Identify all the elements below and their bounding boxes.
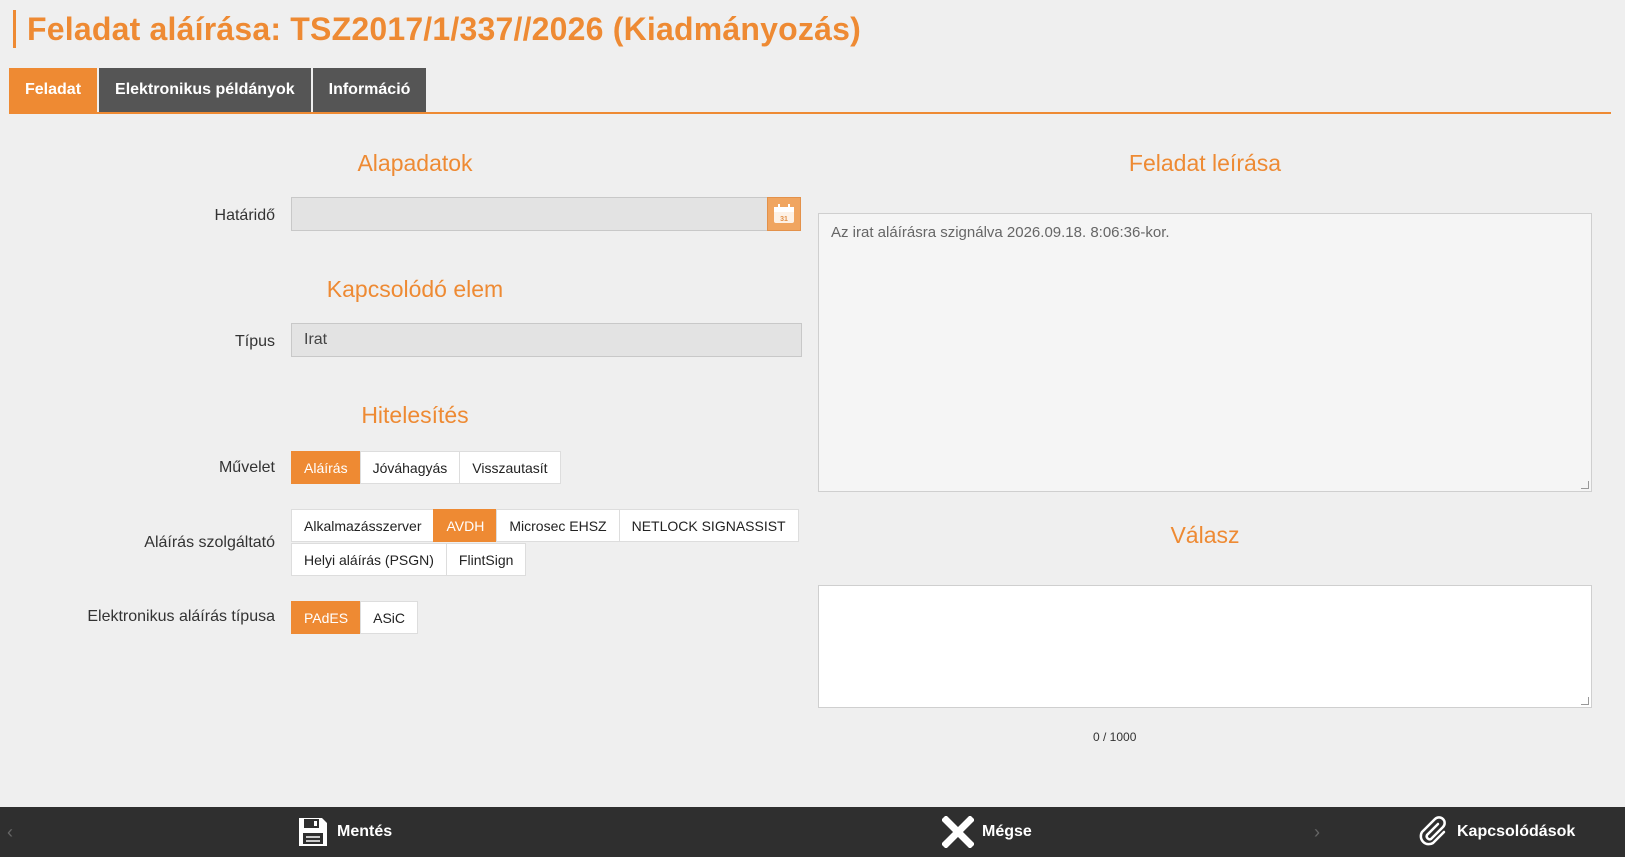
muvelet-button-group: Aláírás Jóváhagyás Visszautasít <box>291 451 561 484</box>
szolgaltato-button-group-row1: Alkalmazásszerver AVDH Microsec EHSZ NET… <box>291 509 799 542</box>
hatarido-input[interactable] <box>291 197 769 231</box>
valasz-textarea[interactable] <box>818 585 1592 708</box>
szolgaltato-alkalmazasszerver-button[interactable]: Alkalmazásszerver <box>291 509 435 542</box>
cancel-label: Mégse <box>982 823 1032 840</box>
tipus-asic-button[interactable]: ASiC <box>360 601 419 634</box>
attachments-button[interactable]: Kapcsolódások <box>1417 807 1575 857</box>
paperclip-icon <box>1419 816 1446 846</box>
szolgaltato-microsec-button[interactable]: Microsec EHSZ <box>496 509 620 542</box>
elektronikus-alairas-tipusa-label: Elektronikus aláírás típusa <box>87 608 275 625</box>
tipus-pades-button[interactable]: PAdES <box>291 601 362 634</box>
section-title-kapcsolodo-elem: Kapcsolódó elem <box>326 276 504 302</box>
close-icon <box>942 816 974 848</box>
svg-text:31: 31 <box>780 216 788 223</box>
section-title-feladat-leirasa: Feladat leírása <box>1128 150 1282 176</box>
save-icon <box>299 818 327 846</box>
calendar-icon: 31 <box>774 204 794 223</box>
calendar-button[interactable]: 31 <box>767 197 801 231</box>
save-label: Mentés <box>337 823 393 840</box>
tab-informacio[interactable]: Információ <box>312 68 427 112</box>
attachments-label: Kapcsolódások <box>1457 823 1576 840</box>
hatarido-label: Határidő <box>214 207 275 224</box>
character-counter: 0 / 1000 <box>1093 730 1137 744</box>
tipus-input[interactable]: Irat <box>291 323 802 357</box>
section-title-alapadatok: Alapadatok <box>357 150 473 176</box>
bottom-action-bar: ‹ Mentés Mégse › Kapcsolódások <box>0 807 1625 857</box>
szolgaltato-flintsign-button[interactable]: FlintSign <box>445 543 527 576</box>
cancel-button[interactable]: Mégse <box>942 807 1032 857</box>
next-arrow-icon[interactable]: › <box>1314 822 1320 843</box>
page-header: Feladat aláírása: TSZ2017/1/337//2026 (K… <box>13 10 861 48</box>
muvelet-alairas-button[interactable]: Aláírás <box>291 451 361 484</box>
prev-arrow-icon[interactable]: ‹ <box>7 822 13 843</box>
alairas-szolgaltato-label: Aláírás szolgáltató <box>144 534 275 551</box>
tab-feladat[interactable]: Feladat <box>9 68 98 112</box>
resize-grip-icon[interactable] <box>1581 697 1589 705</box>
szolgaltato-button-group-row2: Helyi aláírás (PSGN) FlintSign <box>291 543 527 576</box>
feladat-leirasa-text: Az irat aláírásra szignálva 2026.09.18. … <box>831 224 1170 241</box>
page-title: Feladat aláírása: TSZ2017/1/337//2026 (K… <box>27 10 861 47</box>
muvelet-jovahagyas-button[interactable]: Jóváhagyás <box>359 451 461 484</box>
tab-bar: Feladat Elektronikus példányok Informáci… <box>9 68 1611 114</box>
alairas-tipus-button-group: PAdES ASiC <box>291 601 419 634</box>
tipus-label: Típus <box>234 333 275 350</box>
tab-elektronikus-peldanyok[interactable]: Elektronikus példányok <box>99 68 311 112</box>
resize-grip-icon[interactable] <box>1581 481 1589 489</box>
feladat-leirasa-textarea[interactable]: Az irat aláírásra szignálva 2026.09.18. … <box>818 213 1592 492</box>
muvelet-label: Művelet <box>218 459 275 476</box>
save-button[interactable]: Mentés <box>297 807 392 857</box>
section-title-valasz: Válasz <box>1170 522 1240 548</box>
szolgaltato-avdh-button[interactable]: AVDH <box>433 509 498 542</box>
szolgaltato-netlock-button[interactable]: NETLOCK SIGNASSIST <box>618 509 799 542</box>
szolgaltato-helyi-alairas-button[interactable]: Helyi aláírás (PSGN) <box>291 543 447 576</box>
muvelet-visszautasit-button[interactable]: Visszautasít <box>459 451 561 484</box>
section-title-hitelesites: Hitelesítés <box>361 402 469 428</box>
